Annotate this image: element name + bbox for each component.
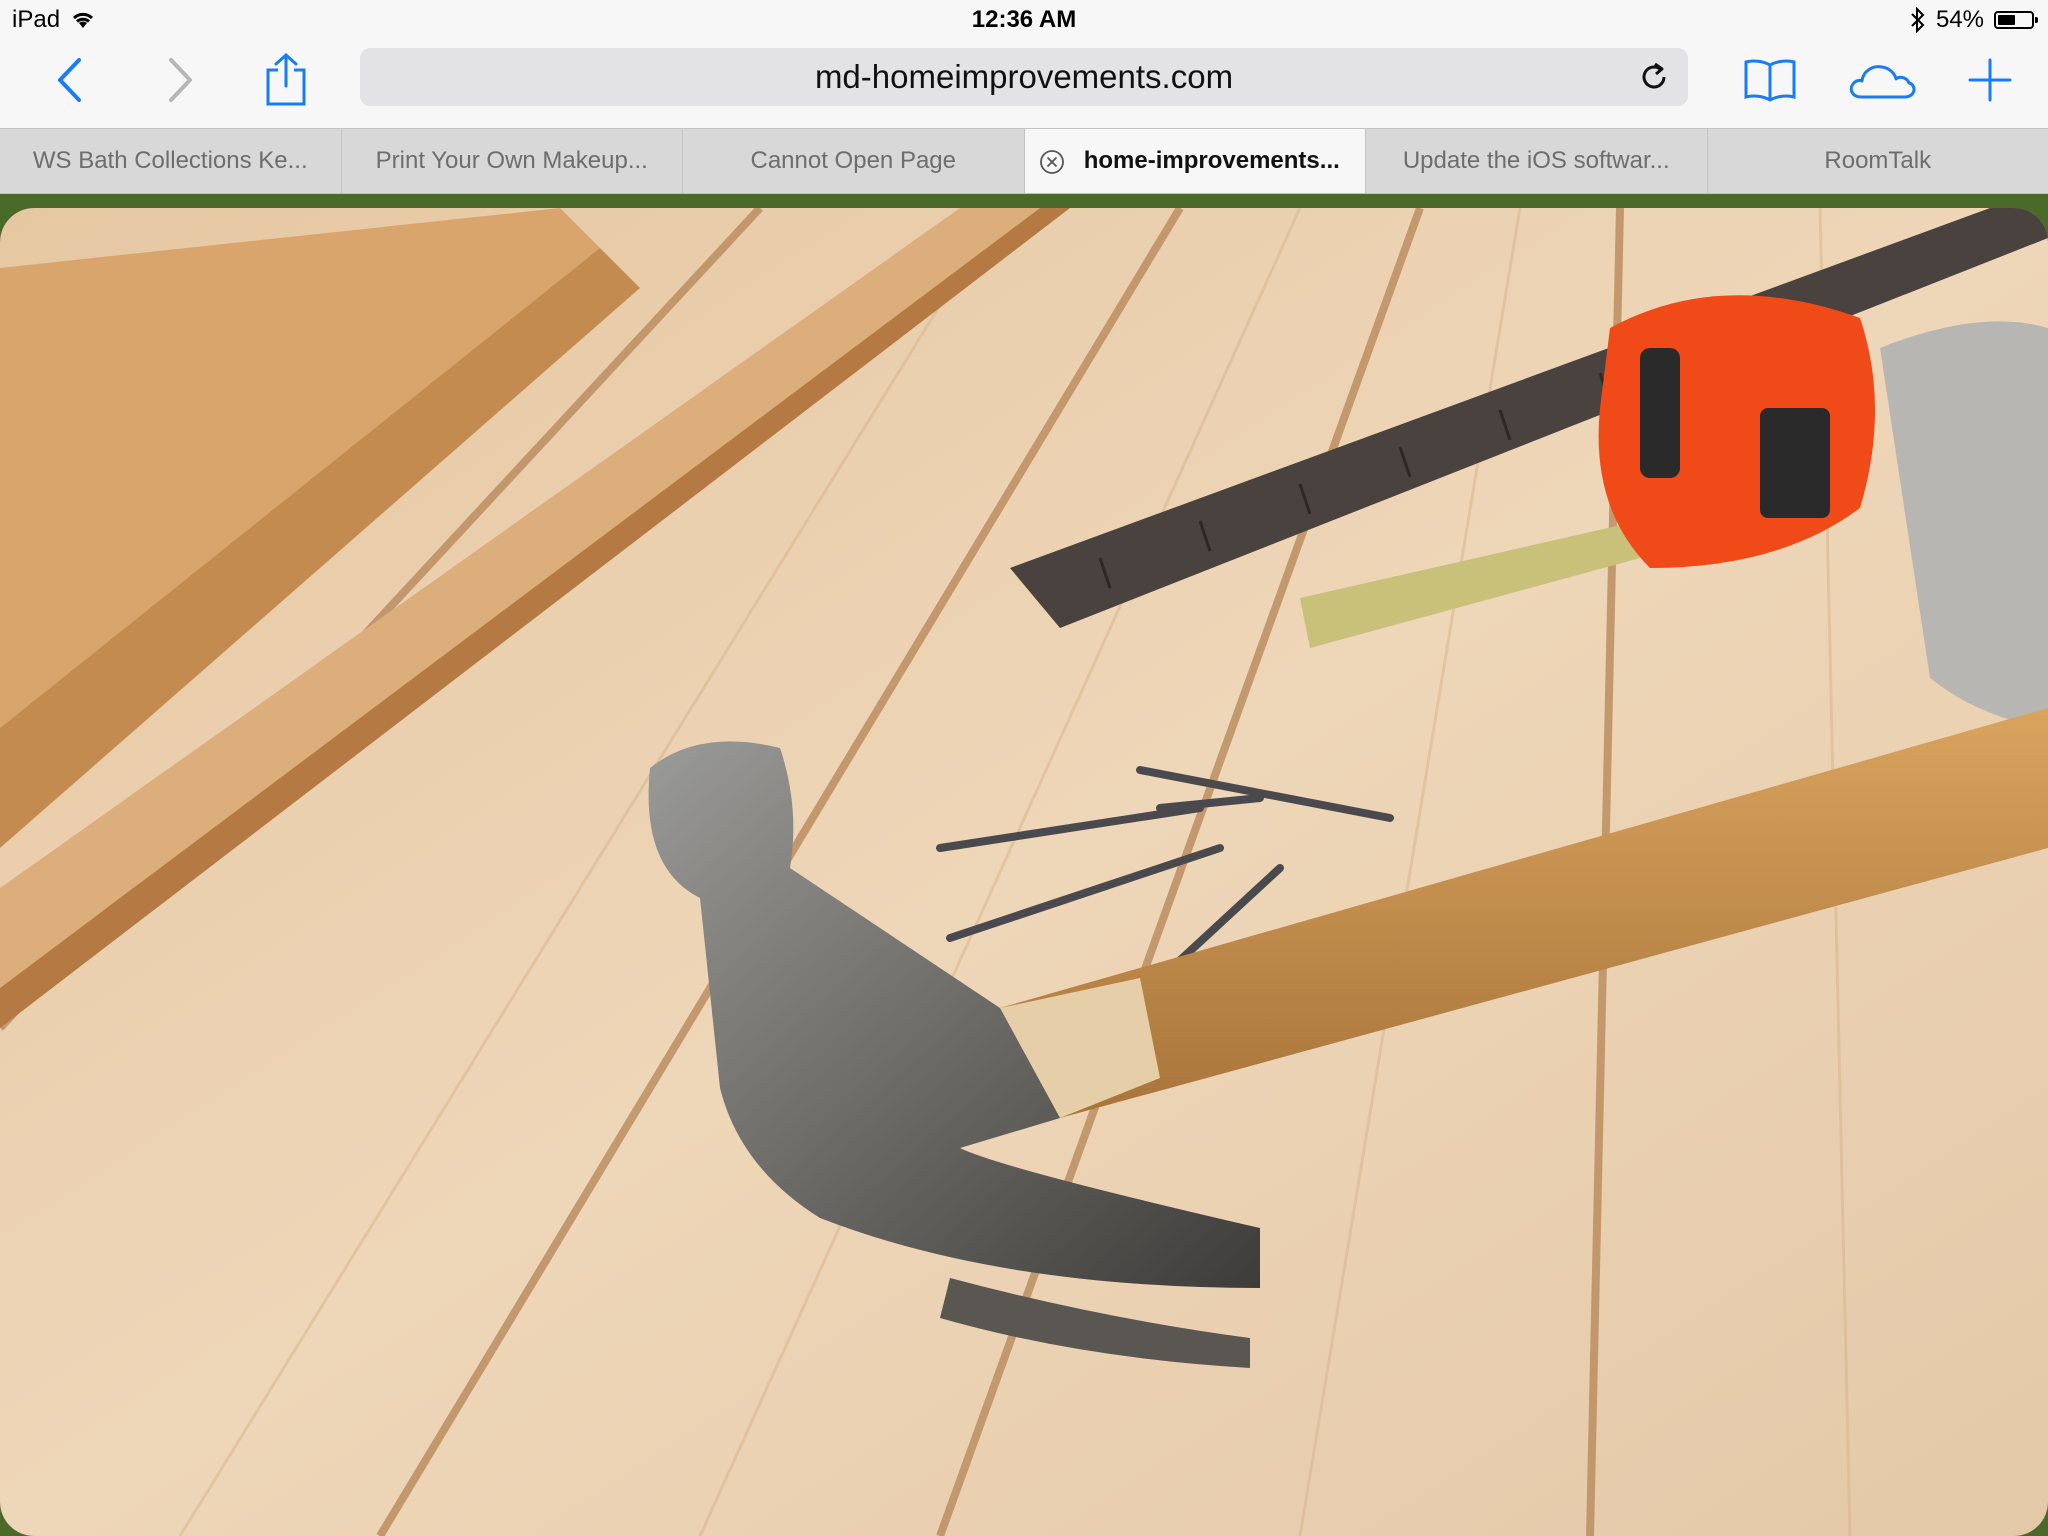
address-bar[interactable]: md-homeimprovements.com bbox=[360, 48, 1688, 106]
battery-tip bbox=[2035, 17, 2038, 23]
reload-icon[interactable] bbox=[1638, 61, 1670, 93]
status-bar: iPad 12:36 AM 54% bbox=[0, 0, 2048, 40]
browser-toolbar: md-homeimprovements.com bbox=[0, 40, 2048, 128]
status-right: 54% bbox=[1910, 6, 2038, 34]
icloud-tabs-icon bbox=[1849, 65, 1916, 99]
back-icon bbox=[58, 58, 81, 102]
tab-label: Update the iOS softwar... bbox=[1402, 147, 1670, 174]
tab-home-improvements[interactable]: home-improvements... bbox=[1024, 129, 1366, 193]
bookmarks-button[interactable] bbox=[1740, 40, 1800, 120]
tab-label: WS Bath Collections Ke... bbox=[32, 147, 308, 174]
share-icon bbox=[266, 52, 306, 106]
share-button[interactable] bbox=[256, 40, 316, 120]
battery-percent: 54% bbox=[1935, 6, 1984, 33]
new-tab-button[interactable] bbox=[1960, 40, 2020, 120]
tab-roomtalk[interactable]: RoomTalk bbox=[1708, 129, 2048, 193]
hero-image bbox=[0, 208, 2048, 1536]
bookmarks-icon bbox=[1744, 59, 1796, 102]
hero-image-frame bbox=[0, 208, 2048, 1536]
status-time: 12:36 AM bbox=[971, 6, 1077, 33]
tab-label: Print Your Own Makeup... bbox=[375, 147, 648, 174]
forward-icon bbox=[169, 58, 192, 102]
tab-bar: WS Bath Collections Ke... Print Your Own… bbox=[0, 128, 2048, 194]
tab-update-ios-software[interactable]: Update the iOS softwar... bbox=[1366, 129, 1708, 193]
tab-label: RoomTalk bbox=[1824, 147, 1932, 174]
tab-label: home-improvements... bbox=[1083, 147, 1340, 174]
tab-print-your-own-makeup[interactable]: Print Your Own Makeup... bbox=[342, 129, 683, 193]
close-tab-icon[interactable] bbox=[1039, 149, 1065, 175]
url-text: md-homeimprovements.com bbox=[814, 58, 1234, 95]
new-tab-icon bbox=[1968, 58, 2012, 102]
web-content[interactable] bbox=[0, 194, 2048, 1536]
icloud-tabs-button[interactable] bbox=[1846, 40, 1918, 120]
battery-fill bbox=[1998, 15, 2015, 25]
tab-ws-bath-collections[interactable]: WS Bath Collections Ke... bbox=[0, 129, 342, 193]
tab-cannot-open-page[interactable]: Cannot Open Page bbox=[683, 129, 1025, 193]
bluetooth-icon bbox=[1911, 7, 1925, 33]
forward-button[interactable] bbox=[150, 40, 210, 120]
battery-icon bbox=[1994, 11, 2038, 29]
back-button[interactable] bbox=[40, 40, 100, 120]
tab-label: Cannot Open Page bbox=[750, 147, 957, 174]
